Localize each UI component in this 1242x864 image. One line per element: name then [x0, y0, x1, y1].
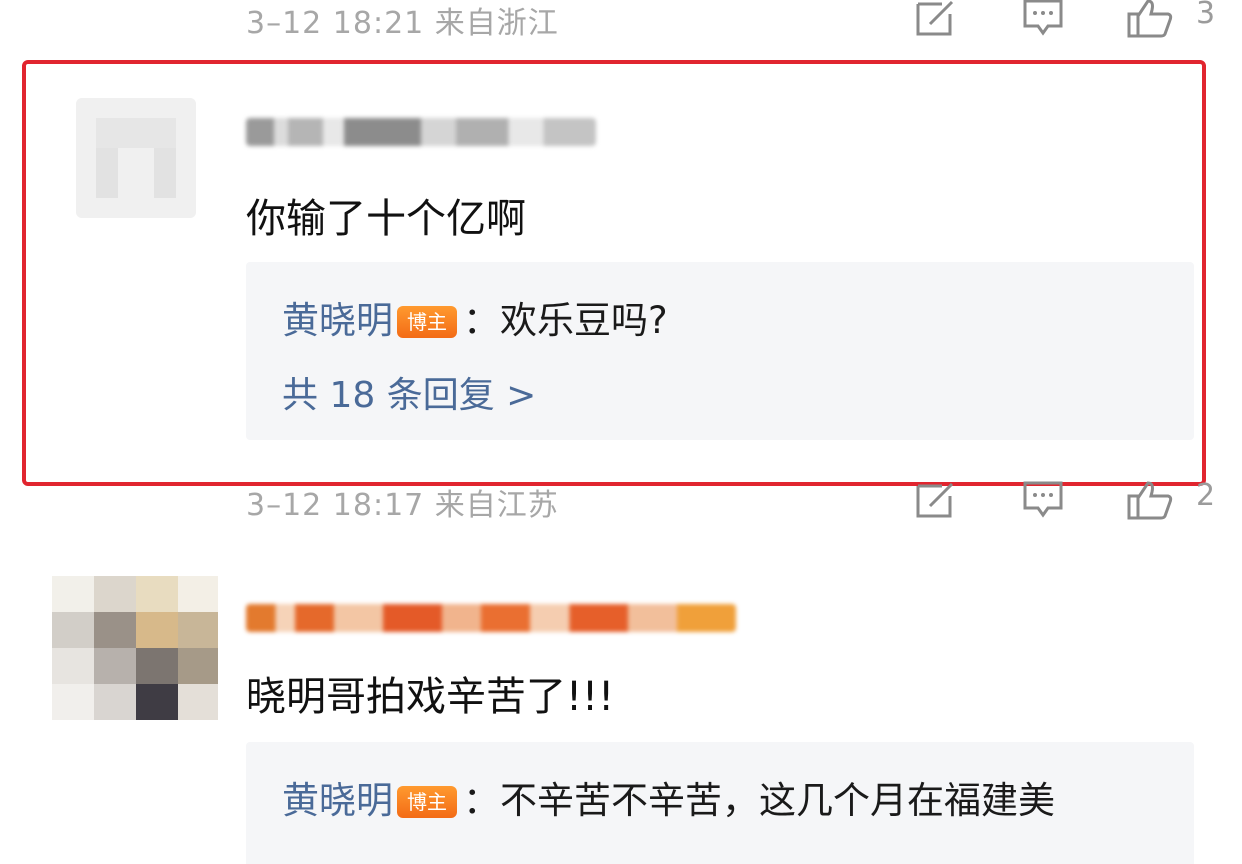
comment-icon[interactable] — [1022, 480, 1064, 520]
comment-time-location: 3–12 18:21 来自浙江 — [246, 6, 559, 41]
reply-box[interactable]: 黄晓明 博主 ：欢乐豆吗? 共 18 条回复 > — [246, 262, 1194, 440]
comment-text: 晓明哥拍戏辛苦了!!! — [246, 674, 615, 720]
comment-icon[interactable] — [1022, 0, 1064, 38]
comment-time-location: 3–12 18:17 来自江苏 — [246, 488, 559, 523]
reply-box[interactable]: 黄晓明 博主 ：不辛苦不辛苦，这几个月在福建美 — [246, 742, 1194, 864]
comment-meta-row: 3–12 18:21 来自浙江 3 — [0, 0, 1242, 46]
comment-meta-row: 3–12 18:17 来自江苏 2 — [0, 478, 1242, 528]
like-count: 2 — [1196, 478, 1216, 513]
reply-text: ：欢乐豆吗? — [463, 299, 668, 342]
edit-icon[interactable] — [914, 480, 956, 520]
weibo-comment-page: 3–12 18:21 来自浙江 3 你输了十个亿啊 黄晓明 博主 ：欢乐豆吗? 共 — [0, 0, 1242, 864]
reply-text: ：不辛苦不辛苦，这几个月在福建美 — [463, 779, 1055, 822]
view-replies-link[interactable]: 共 18 条回复 > — [282, 366, 536, 418]
thumbs-up-icon[interactable] — [1126, 0, 1174, 38]
username-blurred[interactable] — [246, 604, 736, 632]
edit-icon[interactable] — [914, 0, 956, 38]
reply-author-link[interactable]: 黄晓明 — [282, 779, 393, 822]
thumbs-up-icon[interactable] — [1126, 480, 1174, 520]
avatar[interactable] — [52, 576, 218, 720]
reply-author-link[interactable]: 黄晓明 — [282, 299, 393, 342]
blogger-badge: 博主 — [397, 786, 457, 818]
like-count: 3 — [1196, 0, 1216, 31]
username-blurred[interactable] — [246, 118, 596, 146]
avatar[interactable] — [76, 98, 196, 218]
reply-line: 黄晓明 博主 ：欢乐豆吗? — [282, 290, 668, 344]
blogger-badge: 博主 — [397, 306, 457, 338]
reply-line: 黄晓明 博主 ：不辛苦不辛苦，这几个月在福建美 — [282, 770, 1055, 824]
comment-text: 你输了十个亿啊 — [246, 196, 526, 242]
